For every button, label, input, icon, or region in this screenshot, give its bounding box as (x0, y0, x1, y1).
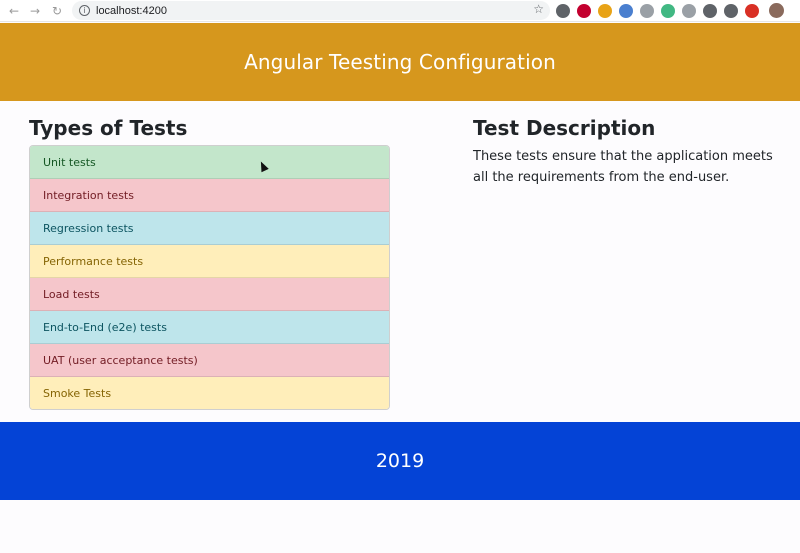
extension-circle-icon[interactable] (556, 3, 570, 18)
test-types-list: Unit tests Integration tests Regression … (29, 145, 390, 410)
app-footer: 2019 (0, 422, 800, 500)
extensions-tray: ⋮ (556, 3, 800, 18)
bookmark-star-icon[interactable]: ☆ (533, 2, 544, 16)
types-heading: Types of Tests (29, 116, 188, 140)
app-title: Angular Teesting Configuration (244, 50, 556, 74)
test-item-uat[interactable]: UAT (user acceptance tests) (30, 344, 389, 377)
test-item-unit[interactable]: Unit tests (30, 146, 389, 179)
extension-chat-icon[interactable] (640, 3, 654, 18)
test-item-performance[interactable]: Performance tests (30, 245, 389, 278)
test-item-e2e[interactable]: End-to-End (e2e) tests (30, 311, 389, 344)
angular-extension-icon[interactable] (577, 3, 591, 18)
test-item-integration[interactable]: Integration tests (30, 179, 389, 212)
browser-toolbar: ← → ↻ i localhost:4200 ☆ ⋮ (0, 0, 800, 22)
address-url[interactable]: localhost:4200 (96, 5, 167, 17)
test-item-load[interactable]: Load tests (30, 278, 389, 311)
address-bar[interactable]: i localhost:4200 ☆ (72, 1, 550, 20)
description-heading: Test Description (473, 116, 656, 140)
vue-extension-icon[interactable] (661, 3, 675, 18)
test-item-regression[interactable]: Regression tests (30, 212, 389, 245)
extension-blocked-icon[interactable] (703, 3, 717, 18)
extension-stop-icon[interactable] (745, 3, 759, 18)
extension-blocked-2-icon[interactable] (724, 3, 738, 18)
browser-menu-icon[interactable]: ⋮ (795, 4, 800, 18)
profile-avatar[interactable] (769, 3, 784, 18)
app-header: Angular Teesting Configuration (0, 23, 800, 101)
reload-icon[interactable]: ↻ (49, 3, 65, 19)
test-item-smoke[interactable]: Smoke Tests (30, 377, 389, 409)
description-text: These tests ensure that the application … (473, 149, 773, 185)
extension-edit-icon[interactable] (682, 3, 696, 18)
footer-year: 2019 (375, 450, 425, 472)
extension-gauge-icon[interactable] (598, 3, 612, 18)
extension-feather-icon[interactable] (619, 3, 633, 18)
back-arrow-icon[interactable]: ← (6, 3, 22, 19)
site-info-icon[interactable]: i (79, 5, 90, 16)
forward-arrow-icon[interactable]: → (27, 3, 43, 19)
